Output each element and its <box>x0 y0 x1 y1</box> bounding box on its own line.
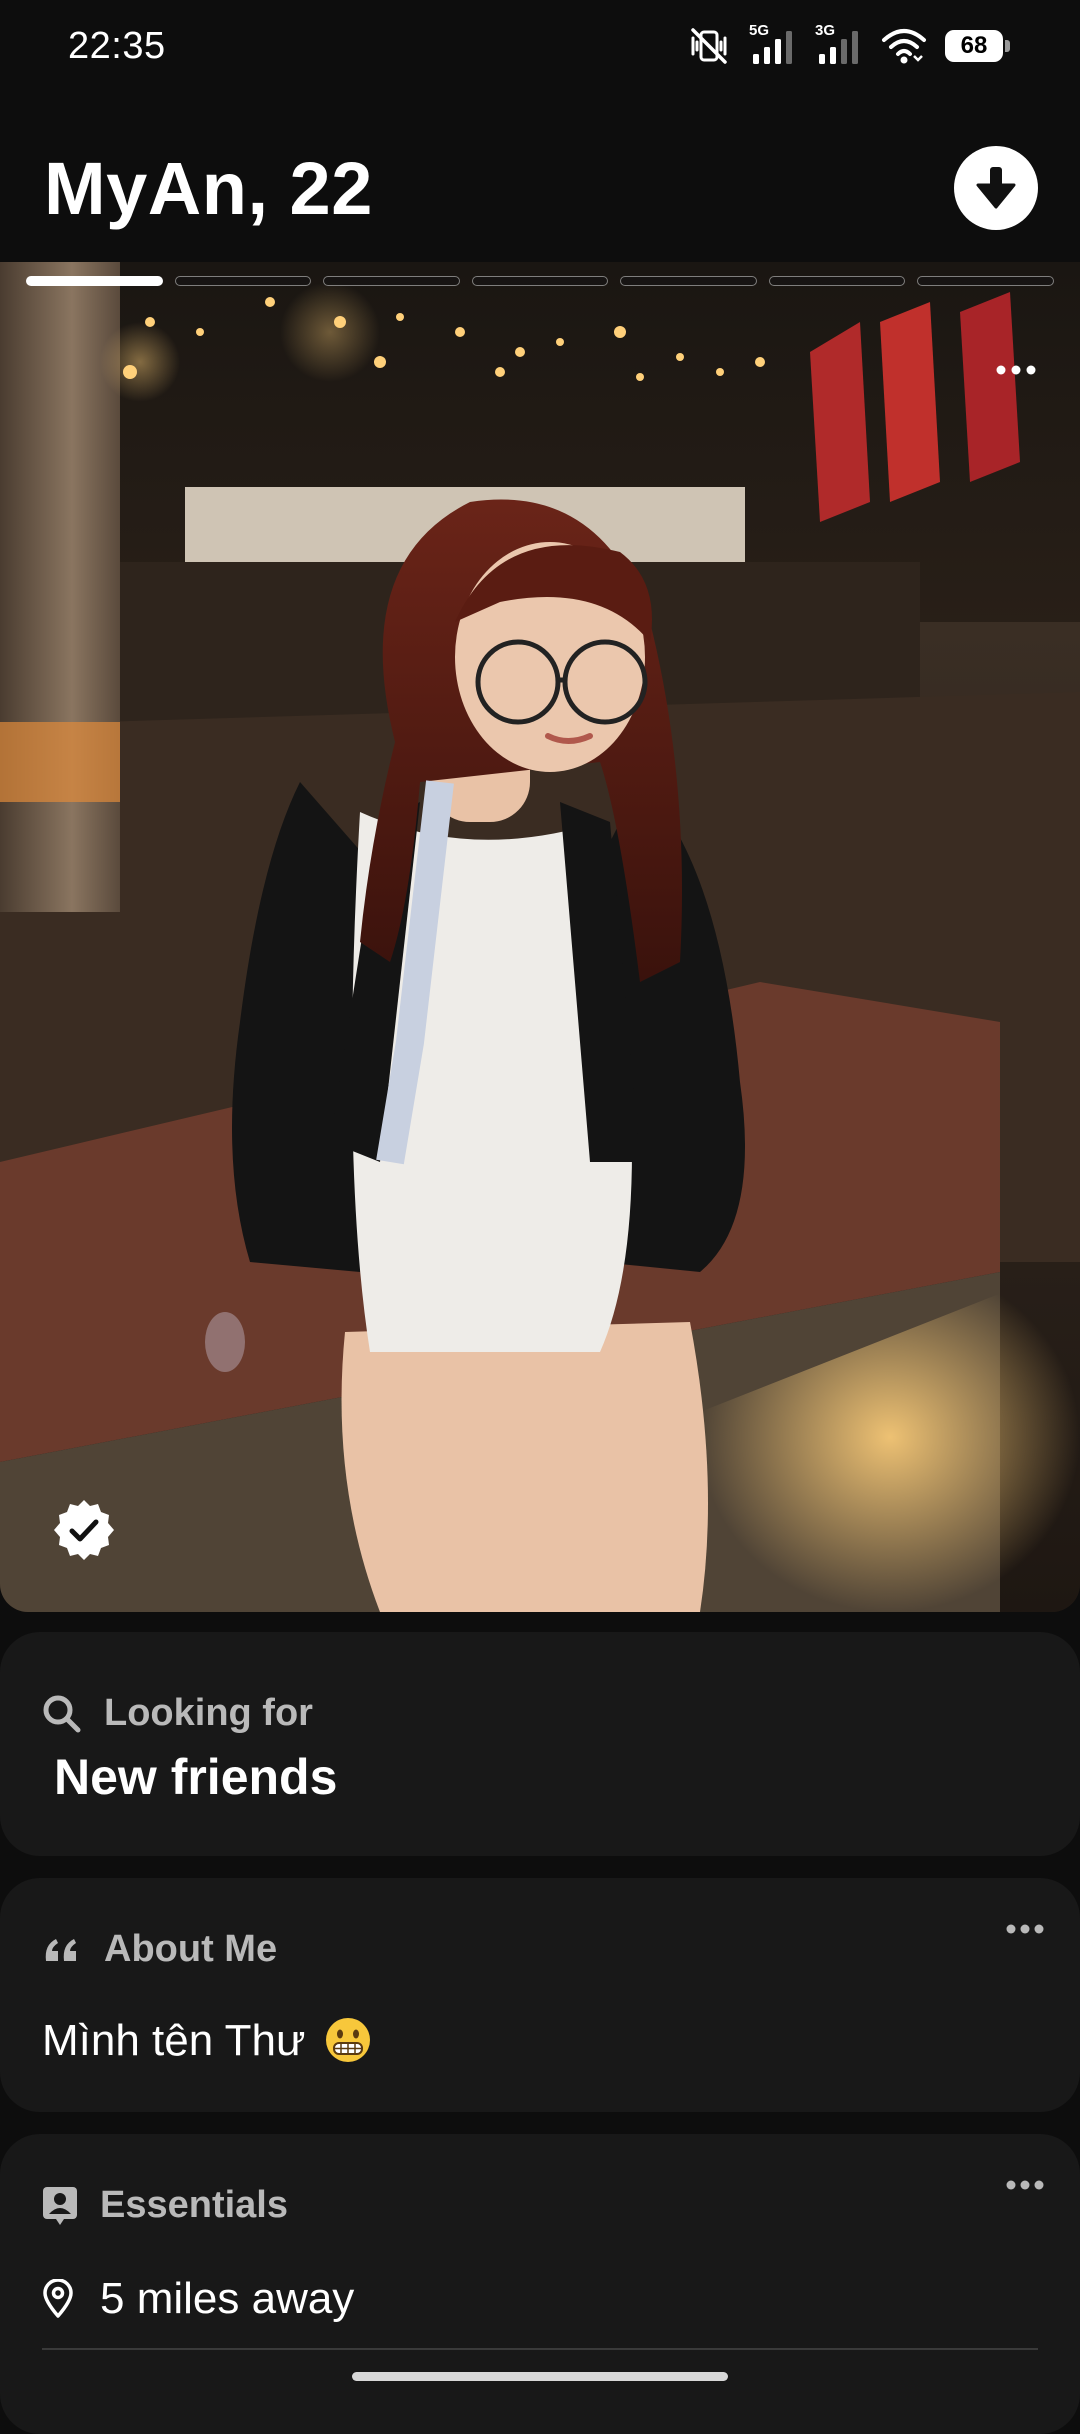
network-label-2: 3G <box>815 22 836 39</box>
profile-header: MyAn, 22 <box>0 128 1080 248</box>
wifi-icon <box>882 29 926 64</box>
grimacing-face-icon <box>325 2018 370 2063</box>
progress-segment[interactable] <box>174 276 312 286</box>
progress-segment[interactable] <box>917 276 1055 286</box>
about-me-card: About Me Mình tên Thư <box>0 1878 1080 2112</box>
distance-row: 5 miles away <box>42 2274 354 2324</box>
progress-segment[interactable] <box>26 276 163 286</box>
distance-text: 5 miles away <box>100 2274 355 2323</box>
search-icon <box>43 1695 81 1732</box>
more-horizontal-icon <box>1006 2180 1044 2190</box>
divider <box>42 2348 1038 2350</box>
photo-image <box>0 262 1080 1612</box>
essentials-header: Essentials <box>42 2184 288 2227</box>
collapse-profile-button[interactable] <box>954 146 1038 230</box>
about-me-text: Mình tên Thư <box>42 2016 306 2065</box>
location-pin-icon <box>43 2279 73 2318</box>
verified-check-icon <box>54 1500 114 1560</box>
status-icons: 5G 3G 68 <box>687 22 1010 66</box>
more-horizontal-icon <box>1006 1924 1044 1934</box>
photo-progress <box>26 276 1055 288</box>
essentials-label: Essentials <box>100 2184 288 2226</box>
progress-segment[interactable] <box>620 276 757 286</box>
battery-level: 68 <box>945 30 1003 62</box>
looking-for-card: Looking for New friends <box>0 1632 1080 1856</box>
signal-5g-icon: 5G <box>749 22 797 66</box>
about-me-options-button[interactable] <box>1000 1914 1050 1944</box>
status-bar: 22:35 5G 3G 68 <box>0 0 1080 92</box>
about-me-header: About Me <box>42 1928 277 1971</box>
profile-name-age: MyAn, 22 <box>44 146 373 230</box>
mute-vibrate-icon <box>691 28 727 64</box>
photo-options-button[interactable] <box>986 350 1046 390</box>
profile-card-icon <box>43 2186 77 2225</box>
progress-segment[interactable] <box>471 276 609 286</box>
arrow-down-icon <box>976 167 1016 209</box>
about-me-text-row: Mình tên Thư <box>42 2016 372 2066</box>
status-time: 22:35 <box>68 24 166 67</box>
quote-icon <box>45 1938 76 1961</box>
profile-photo[interactable] <box>0 262 1080 1612</box>
signal-3g-icon: 3G <box>815 22 863 66</box>
progress-segment[interactable] <box>323 276 460 286</box>
looking-for-label: Looking for <box>104 1692 313 1734</box>
about-me-label: About Me <box>104 1928 278 1970</box>
looking-for-header: Looking for <box>42 1692 313 1735</box>
battery-icon: 68 <box>945 30 1010 62</box>
verified-badge[interactable] <box>52 1498 116 1562</box>
progress-segment[interactable] <box>768 276 906 286</box>
network-label-1: 5G <box>749 22 770 39</box>
more-horizontal-icon <box>996 365 1036 375</box>
essentials-card: Essentials 5 miles away <box>0 2134 1080 2434</box>
looking-for-value: New friends <box>54 1749 338 1805</box>
essentials-options-button[interactable] <box>1000 2170 1050 2200</box>
home-indicator[interactable] <box>352 2372 728 2381</box>
